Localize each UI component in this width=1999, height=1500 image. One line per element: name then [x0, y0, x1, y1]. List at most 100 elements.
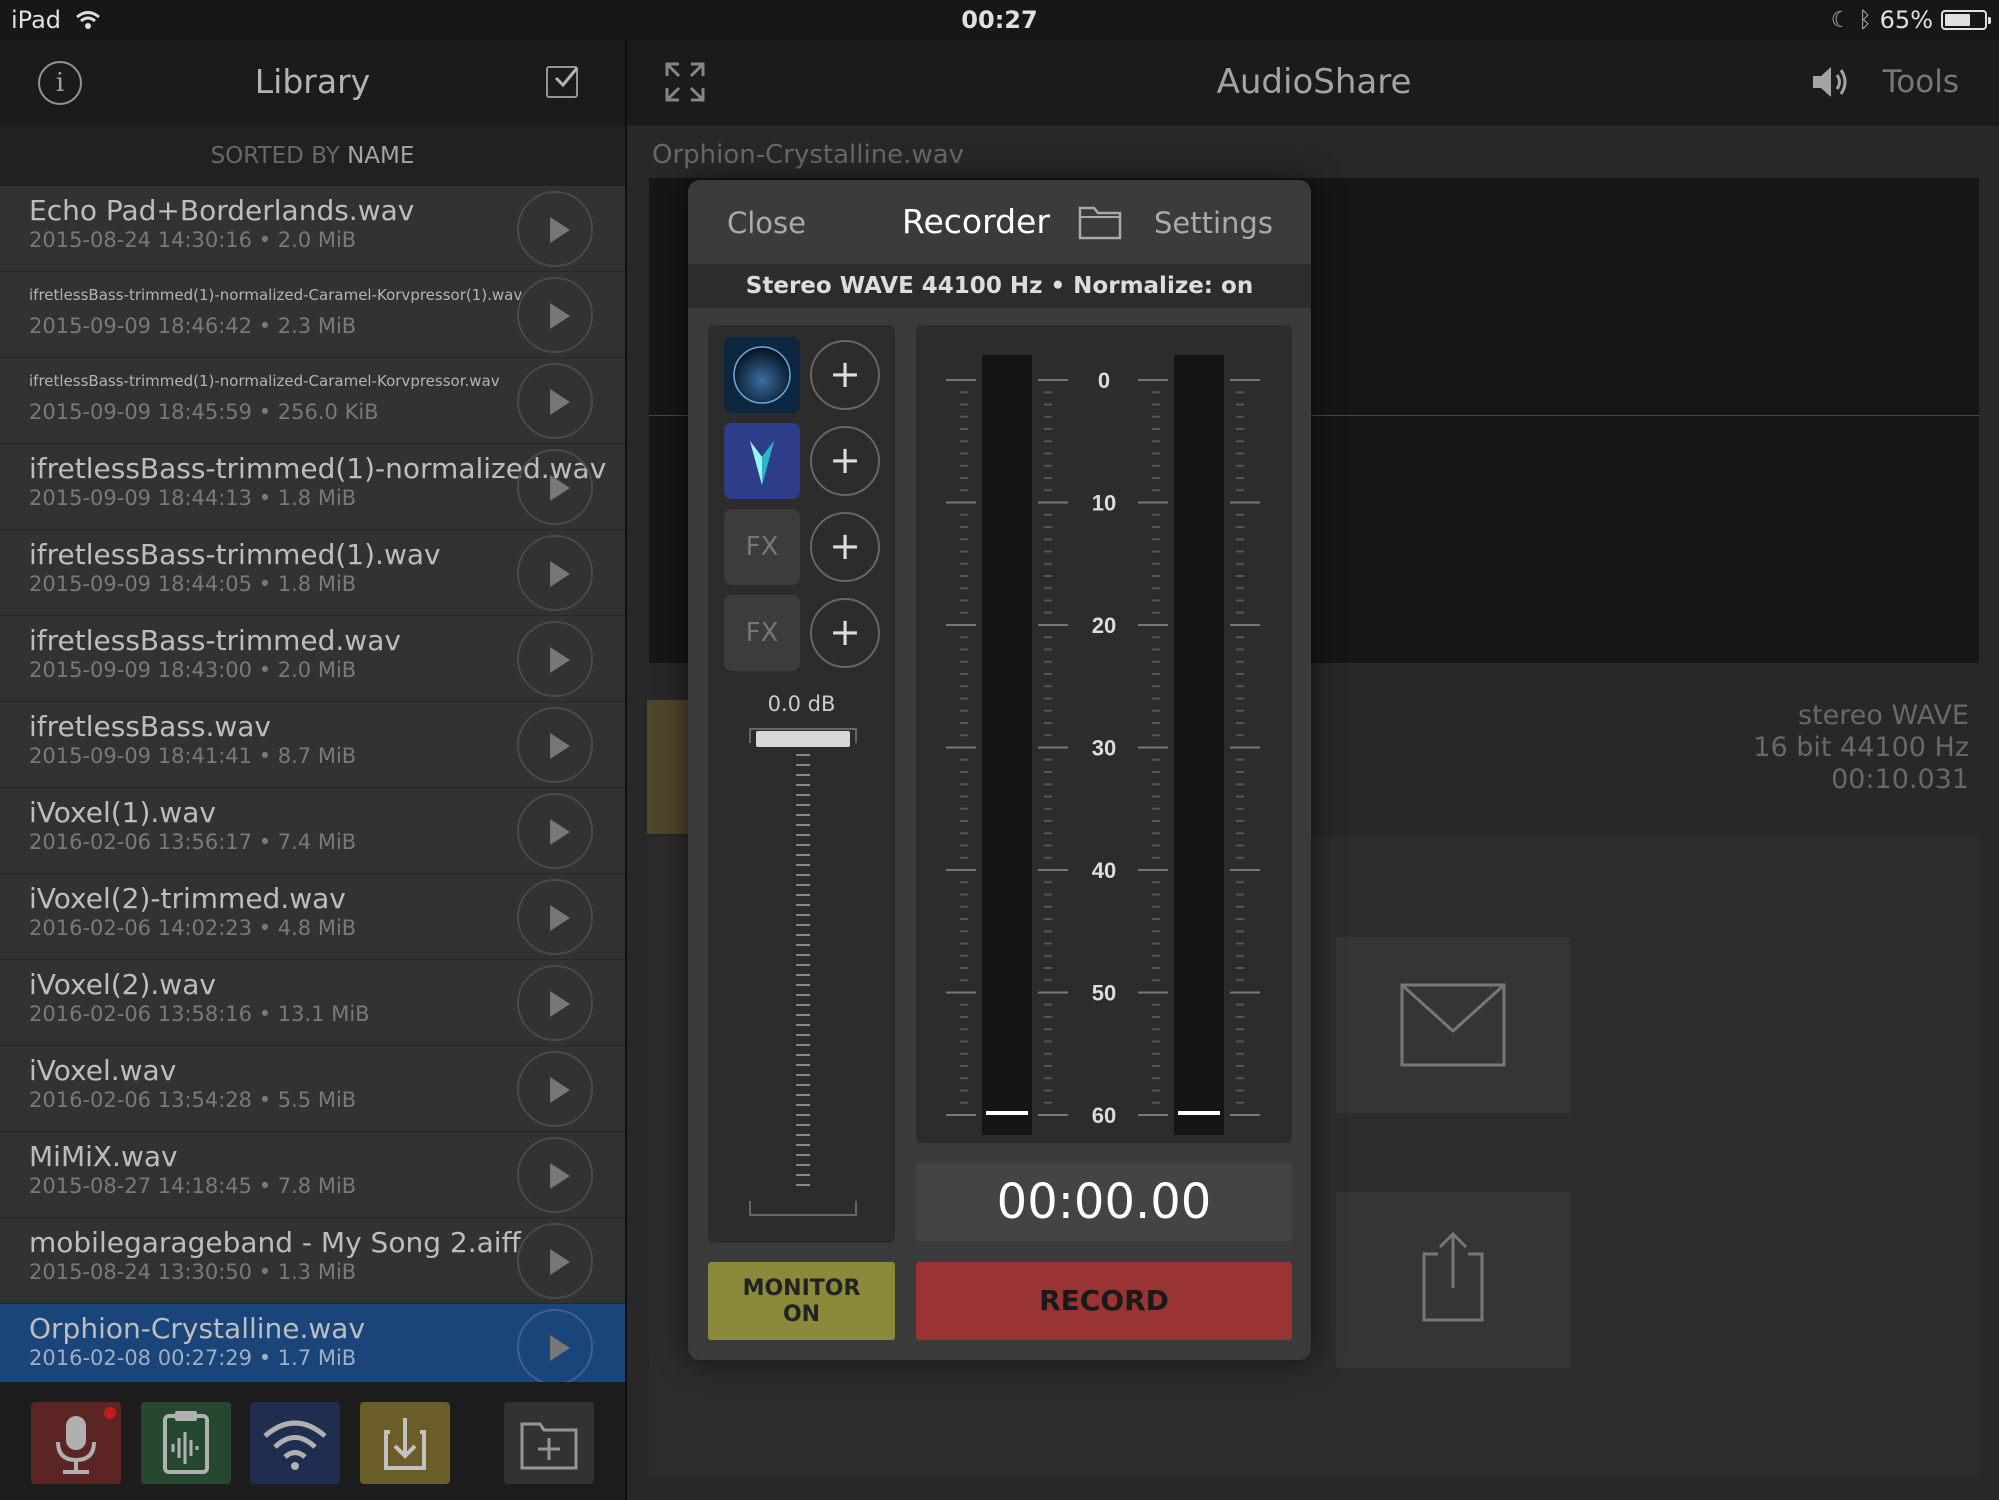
meter-label: 0 [1098, 368, 1110, 393]
meter-label: 50 [1092, 981, 1116, 1006]
email-tile[interactable] [1336, 937, 1570, 1113]
battery-percent: 65% [1879, 6, 1933, 34]
library-footer [0, 1382, 625, 1500]
file-name: MiMiX.wav [29, 1140, 178, 1173]
file-bitrate: 16 bit 44100 Hz [1753, 732, 1969, 763]
fx-slot-4[interactable]: FX [724, 595, 800, 671]
play-icon[interactable] [517, 1137, 593, 1213]
monitor-state: ON [782, 1302, 821, 1327]
meter-label: 30 [1092, 736, 1116, 761]
clipboard-waveform-icon [163, 1411, 209, 1474]
share-icon [1422, 1231, 1484, 1322]
fx-panel: + + FX + FX + 0.0 dB [708, 325, 895, 1243]
meter-level-left [986, 1111, 1028, 1115]
play-icon[interactable] [517, 363, 593, 439]
file-meta: 2015-08-24 13:30:50 • 1.3 MiB [29, 1260, 357, 1284]
file-name: ifretlessBass-trimmed(1)-normalized-Cara… [29, 372, 500, 390]
file-row[interactable]: ifretlessBass-trimmed(1)-normalized-Cara… [0, 358, 625, 444]
gain-value: 0.0 dB [767, 692, 836, 716]
file-meta: 2016-02-06 13:56:17 • 7.4 MiB [29, 830, 357, 854]
file-row[interactable]: mobilegarageband - My Song 2.aiff 2015-08… [0, 1218, 625, 1304]
file-meta: 2015-09-09 18:44:05 • 1.8 MiB [29, 572, 357, 596]
file-name: ifretlessBass-trimmed(1)-normalized-Cara… [29, 286, 523, 304]
monitor-button[interactable]: MONITOR ON [708, 1262, 895, 1340]
add-fx-button-3[interactable]: + [810, 512, 880, 582]
play-icon[interactable] [517, 879, 593, 955]
sort-bar[interactable]: SORTED BY NAME [0, 126, 625, 186]
file-row[interactable]: iVoxel(2).wav 2016-02-06 13:58:16 • 13.1 … [0, 960, 625, 1046]
meter-bar-right [1174, 355, 1224, 1135]
file-row[interactable]: ifretlessBass-trimmed(1).wav 2015-09-09 1… [0, 530, 625, 616]
play-icon[interactable] [517, 1309, 593, 1385]
play-icon[interactable] [517, 621, 593, 697]
fx-slot-2[interactable] [724, 423, 800, 499]
play-icon[interactable] [517, 449, 593, 525]
add-fx-button-2[interactable]: + [810, 426, 880, 496]
collapse-handle[interactable] [647, 700, 691, 834]
wifi-share-button[interactable] [250, 1402, 340, 1484]
file-row[interactable]: Orphion-Crystalline.wav 2016-02-08 00:27:… [0, 1304, 625, 1390]
envelope-icon [1400, 983, 1506, 1067]
file-info: stereo WAVE 16 bit 44100 Hz 00:10.031 [1753, 700, 1969, 796]
play-icon[interactable] [517, 191, 593, 267]
recorder-dialog: Close Recorder Settings Stereo WAVE 4410… [688, 180, 1311, 1360]
clipboard-button[interactable] [141, 1402, 231, 1484]
fader-bottom-bracket [749, 1201, 857, 1216]
settings-button[interactable]: Settings [1154, 206, 1273, 240]
play-icon[interactable] [517, 1051, 593, 1127]
status-right: ☾ ᛒ 65% [1831, 6, 1991, 34]
library-title: Library [254, 62, 371, 101]
play-icon[interactable] [517, 277, 593, 353]
file-row[interactable]: ifretlessBass-trimmed.wav 2015-09-09 18:4… [0, 616, 625, 702]
tools-button[interactable]: Tools [1883, 64, 1959, 100]
file-name: ifretlessBass.wav [29, 710, 271, 743]
circle-app-icon [724, 337, 800, 413]
share-tile[interactable] [1336, 1192, 1570, 1368]
sort-key: NAME [347, 143, 415, 169]
file-meta: 2015-09-09 18:46:42 • 2.3 MiB [29, 314, 357, 338]
file-meta: 2015-09-09 18:43:00 • 2.0 MiB [29, 658, 357, 682]
file-name: ifretlessBass-trimmed(1).wav [29, 538, 441, 571]
play-icon[interactable] [517, 707, 593, 783]
play-icon[interactable] [517, 1223, 593, 1299]
file-row[interactable]: ifretlessBass-trimmed(1)-normalized.wav 2… [0, 444, 625, 530]
play-icon[interactable] [517, 793, 593, 869]
close-button[interactable]: Close [727, 206, 806, 240]
current-file-name: Orphion-Crystalline.wav [652, 140, 965, 170]
file-row[interactable]: iVoxel(2)-trimmed.wav 2016-02-06 14:02:23… [0, 874, 625, 960]
file-name: Echo Pad+Borderlands.wav [29, 194, 415, 227]
speaker-icon[interactable] [1809, 64, 1853, 100]
format-info: Stereo WAVE 44100 Hz • Normalize: on [688, 264, 1311, 308]
library-panel: i Library SORTED BY NAME Echo Pad+Border… [0, 40, 625, 1500]
file-row[interactable]: ifretlessBass-trimmed(1)-normalized-Cara… [0, 272, 625, 358]
new-folder-button[interactable] [504, 1402, 594, 1484]
add-fx-button-4[interactable]: + [810, 598, 880, 668]
file-row[interactable]: MiMiX.wav 2015-08-27 14:18:45 • 7.8 MiB [0, 1132, 625, 1218]
import-button[interactable] [360, 1402, 450, 1484]
record-button[interactable]: RECORD [916, 1262, 1292, 1340]
gain-fader[interactable] [748, 725, 858, 1225]
file-row[interactable]: Echo Pad+Borderlands.wav 2015-08-24 14:30… [0, 186, 625, 272]
record-mic-button[interactable] [31, 1402, 121, 1484]
file-meta: 2015-09-09 18:41:41 • 8.7 MiB [29, 744, 357, 768]
record-time: 00:00.00 [916, 1163, 1292, 1241]
select-checkbox-icon[interactable] [546, 66, 579, 98]
file-row[interactable]: iVoxel.wav 2016-02-06 13:54:28 • 5.5 MiB [0, 1046, 625, 1132]
play-icon[interactable] [517, 535, 593, 611]
file-duration: 00:10.031 [1831, 764, 1969, 795]
fx-slot-1[interactable] [724, 337, 800, 413]
folder-icon[interactable] [1078, 204, 1122, 240]
file-row[interactable]: ifretlessBass.wav 2015-09-09 18:41:41 • 8… [0, 702, 625, 788]
add-fx-button-1[interactable]: + [810, 340, 880, 410]
file-name: iVoxel(1).wav [29, 796, 216, 829]
app-title: AudioShare [1216, 62, 1412, 102]
play-icon[interactable] [517, 965, 593, 1041]
fader-knob [756, 731, 850, 747]
file-row[interactable]: iVoxel(1).wav 2016-02-06 13:56:17 • 7.4 M… [0, 788, 625, 874]
status-time: 00:27 [961, 6, 1038, 34]
file-name: iVoxel.wav [29, 1054, 177, 1087]
level-meters: 0 10 20 30 40 50 60 [916, 325, 1292, 1143]
file-name: iVoxel(2)-trimmed.wav [29, 882, 346, 915]
fx-slot-3[interactable]: FX [724, 509, 800, 585]
library-header: i Library [0, 40, 625, 126]
